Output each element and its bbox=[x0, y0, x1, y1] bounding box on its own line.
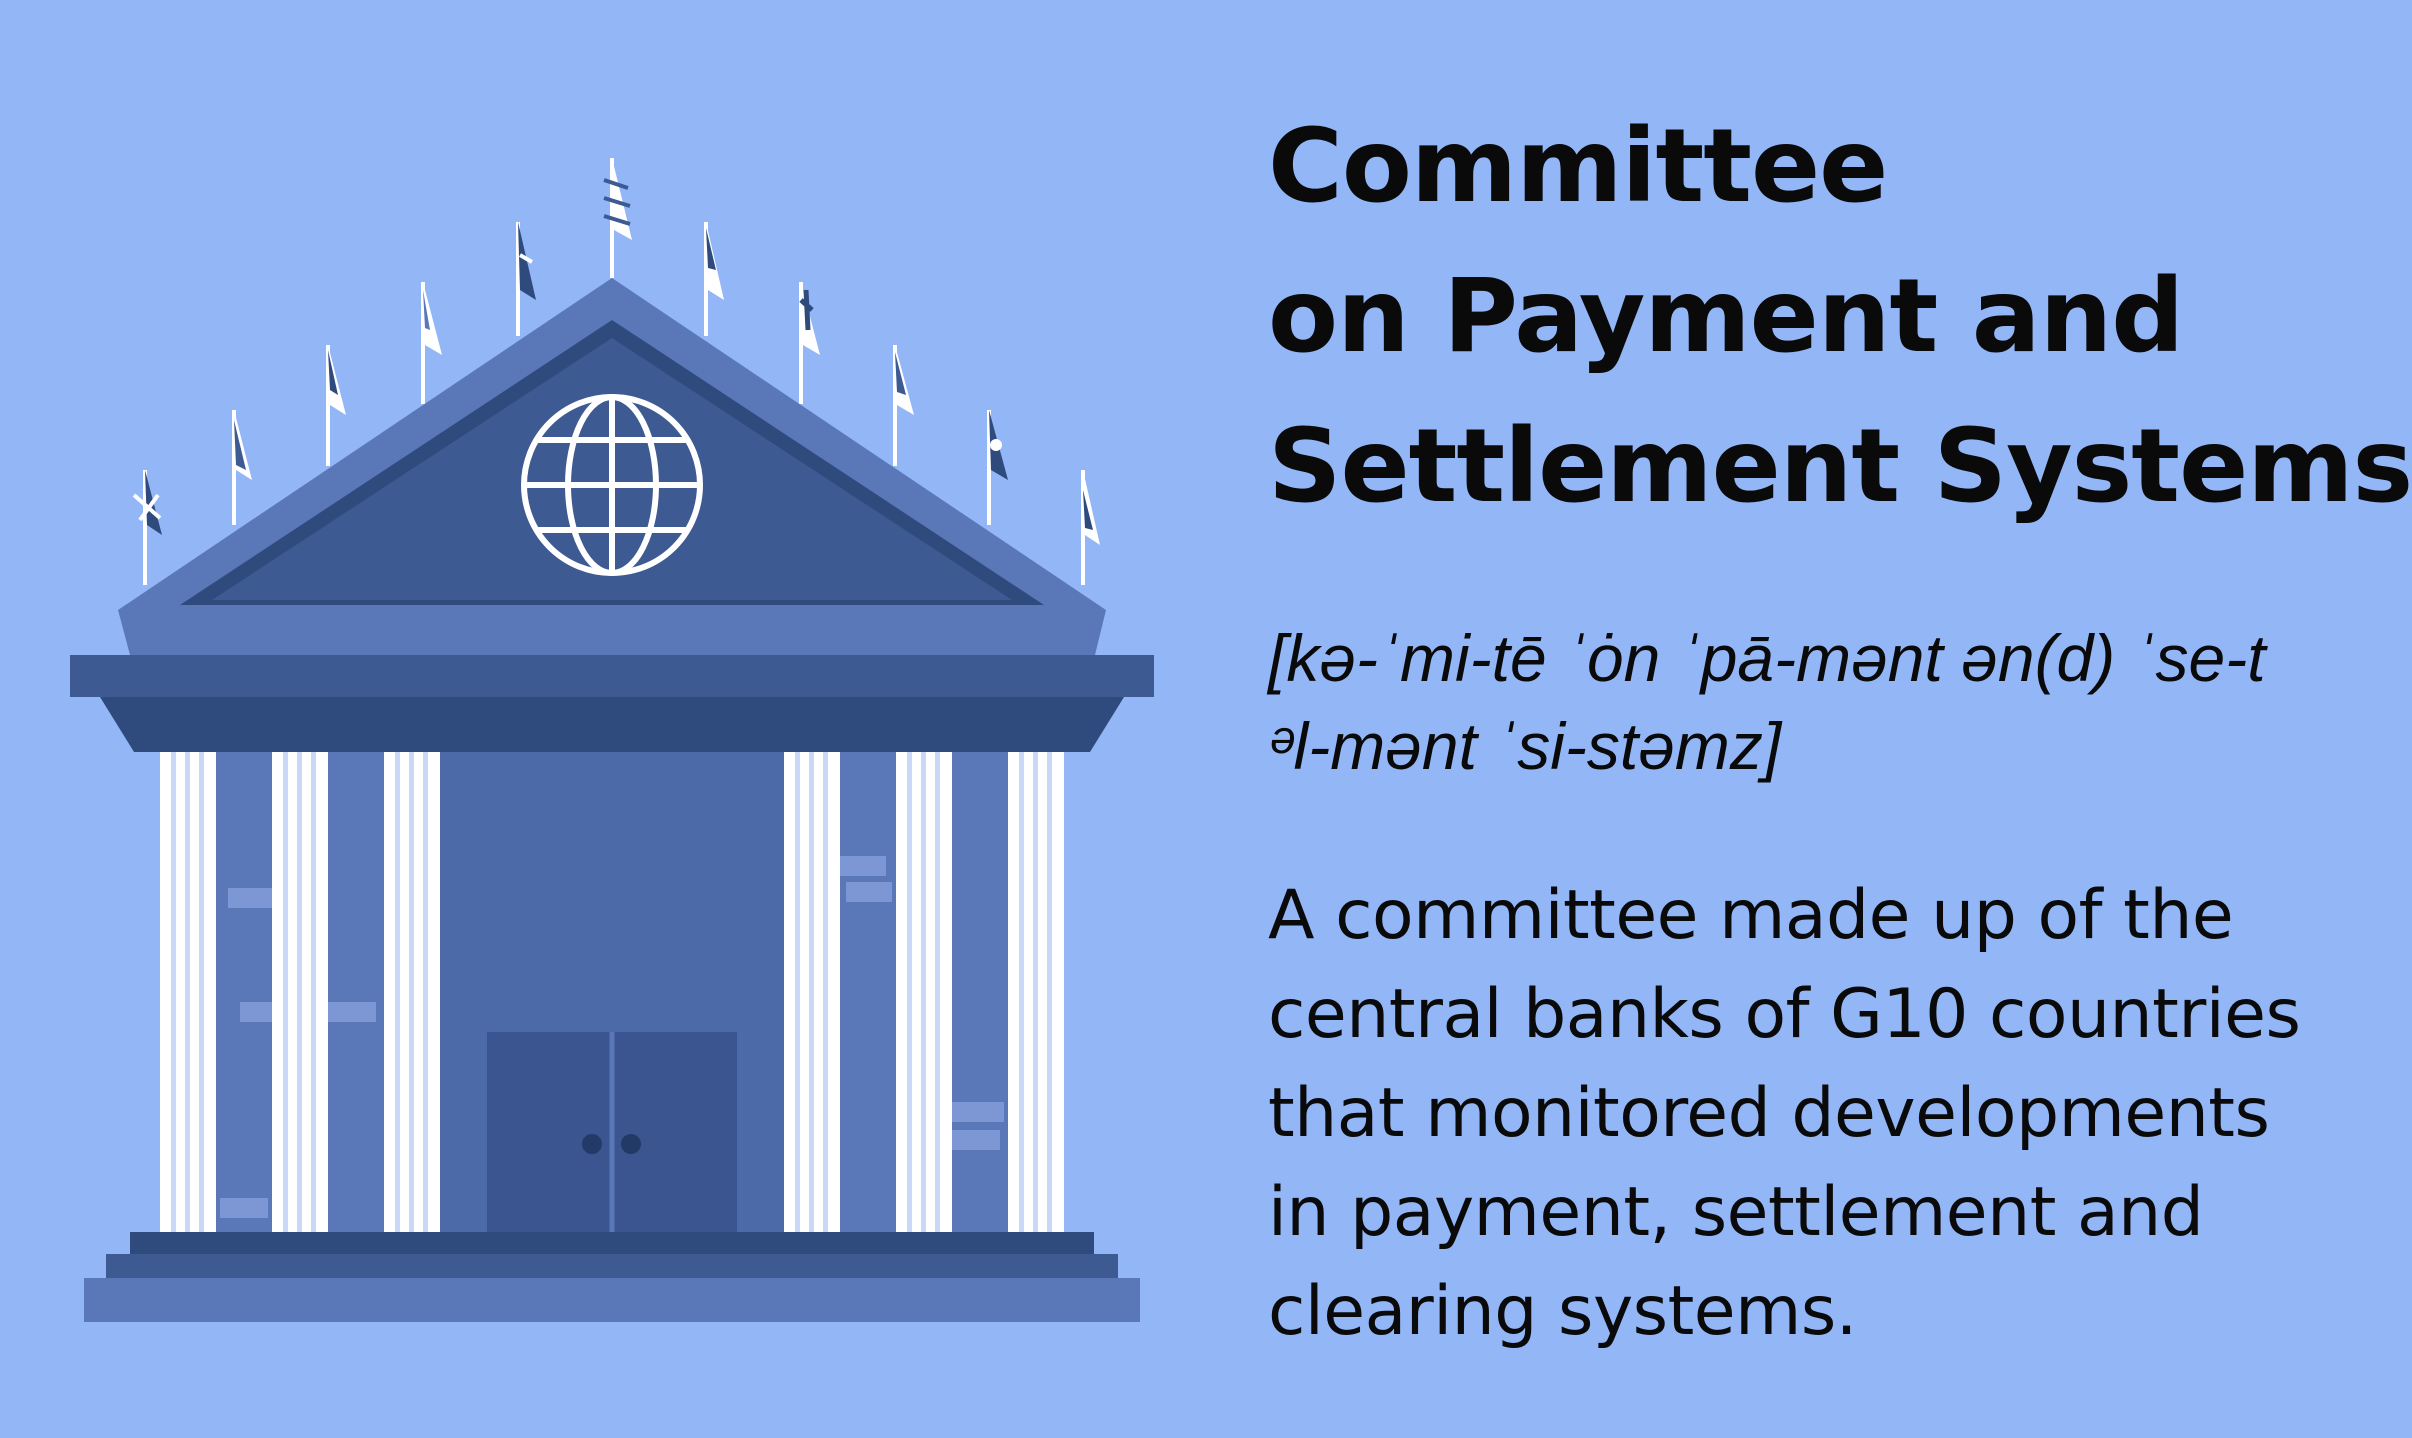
cornice bbox=[70, 655, 1154, 697]
architrave bbox=[100, 697, 1124, 752]
definition-line: that monitored developments bbox=[1268, 1074, 2270, 1153]
globe-icon bbox=[521, 394, 703, 576]
pronunciation-line: ᵊl-mənt ˈsi-stəmz] bbox=[1268, 709, 1782, 783]
pronunciation: [kə-ˈmi-tē ˈȯn ˈpā-mənt ən(d) ˈse-t ᵊl-m… bbox=[1268, 614, 2378, 790]
term-title: Committee on Payment and Settlement Syst… bbox=[1268, 92, 2412, 542]
definition-text: A committee made up of the central banks… bbox=[1268, 866, 2378, 1361]
term-title-line: on Payment and bbox=[1268, 257, 2184, 376]
pronunciation-line: [kə-ˈmi-tē ˈȯn ˈpā-mənt ən(d) ˈse-t bbox=[1268, 621, 2266, 695]
definition-line: in payment, settlement and bbox=[1268, 1173, 2204, 1252]
term-title-line: Settlement Systems bbox=[1268, 407, 2412, 526]
definition-line: A committee made up of the bbox=[1268, 876, 2234, 955]
term-title-line: Committee bbox=[1268, 107, 1888, 226]
building-steps bbox=[84, 1232, 1140, 1322]
double-door-icon bbox=[487, 1032, 737, 1232]
bank-building-illustration bbox=[70, 158, 1154, 1322]
definition-line: clearing systems. bbox=[1268, 1272, 1857, 1351]
definition-line: central banks of G10 countries bbox=[1268, 975, 2301, 1054]
definition-panel: Committee on Payment and Settlement Syst… bbox=[1268, 92, 2412, 1361]
